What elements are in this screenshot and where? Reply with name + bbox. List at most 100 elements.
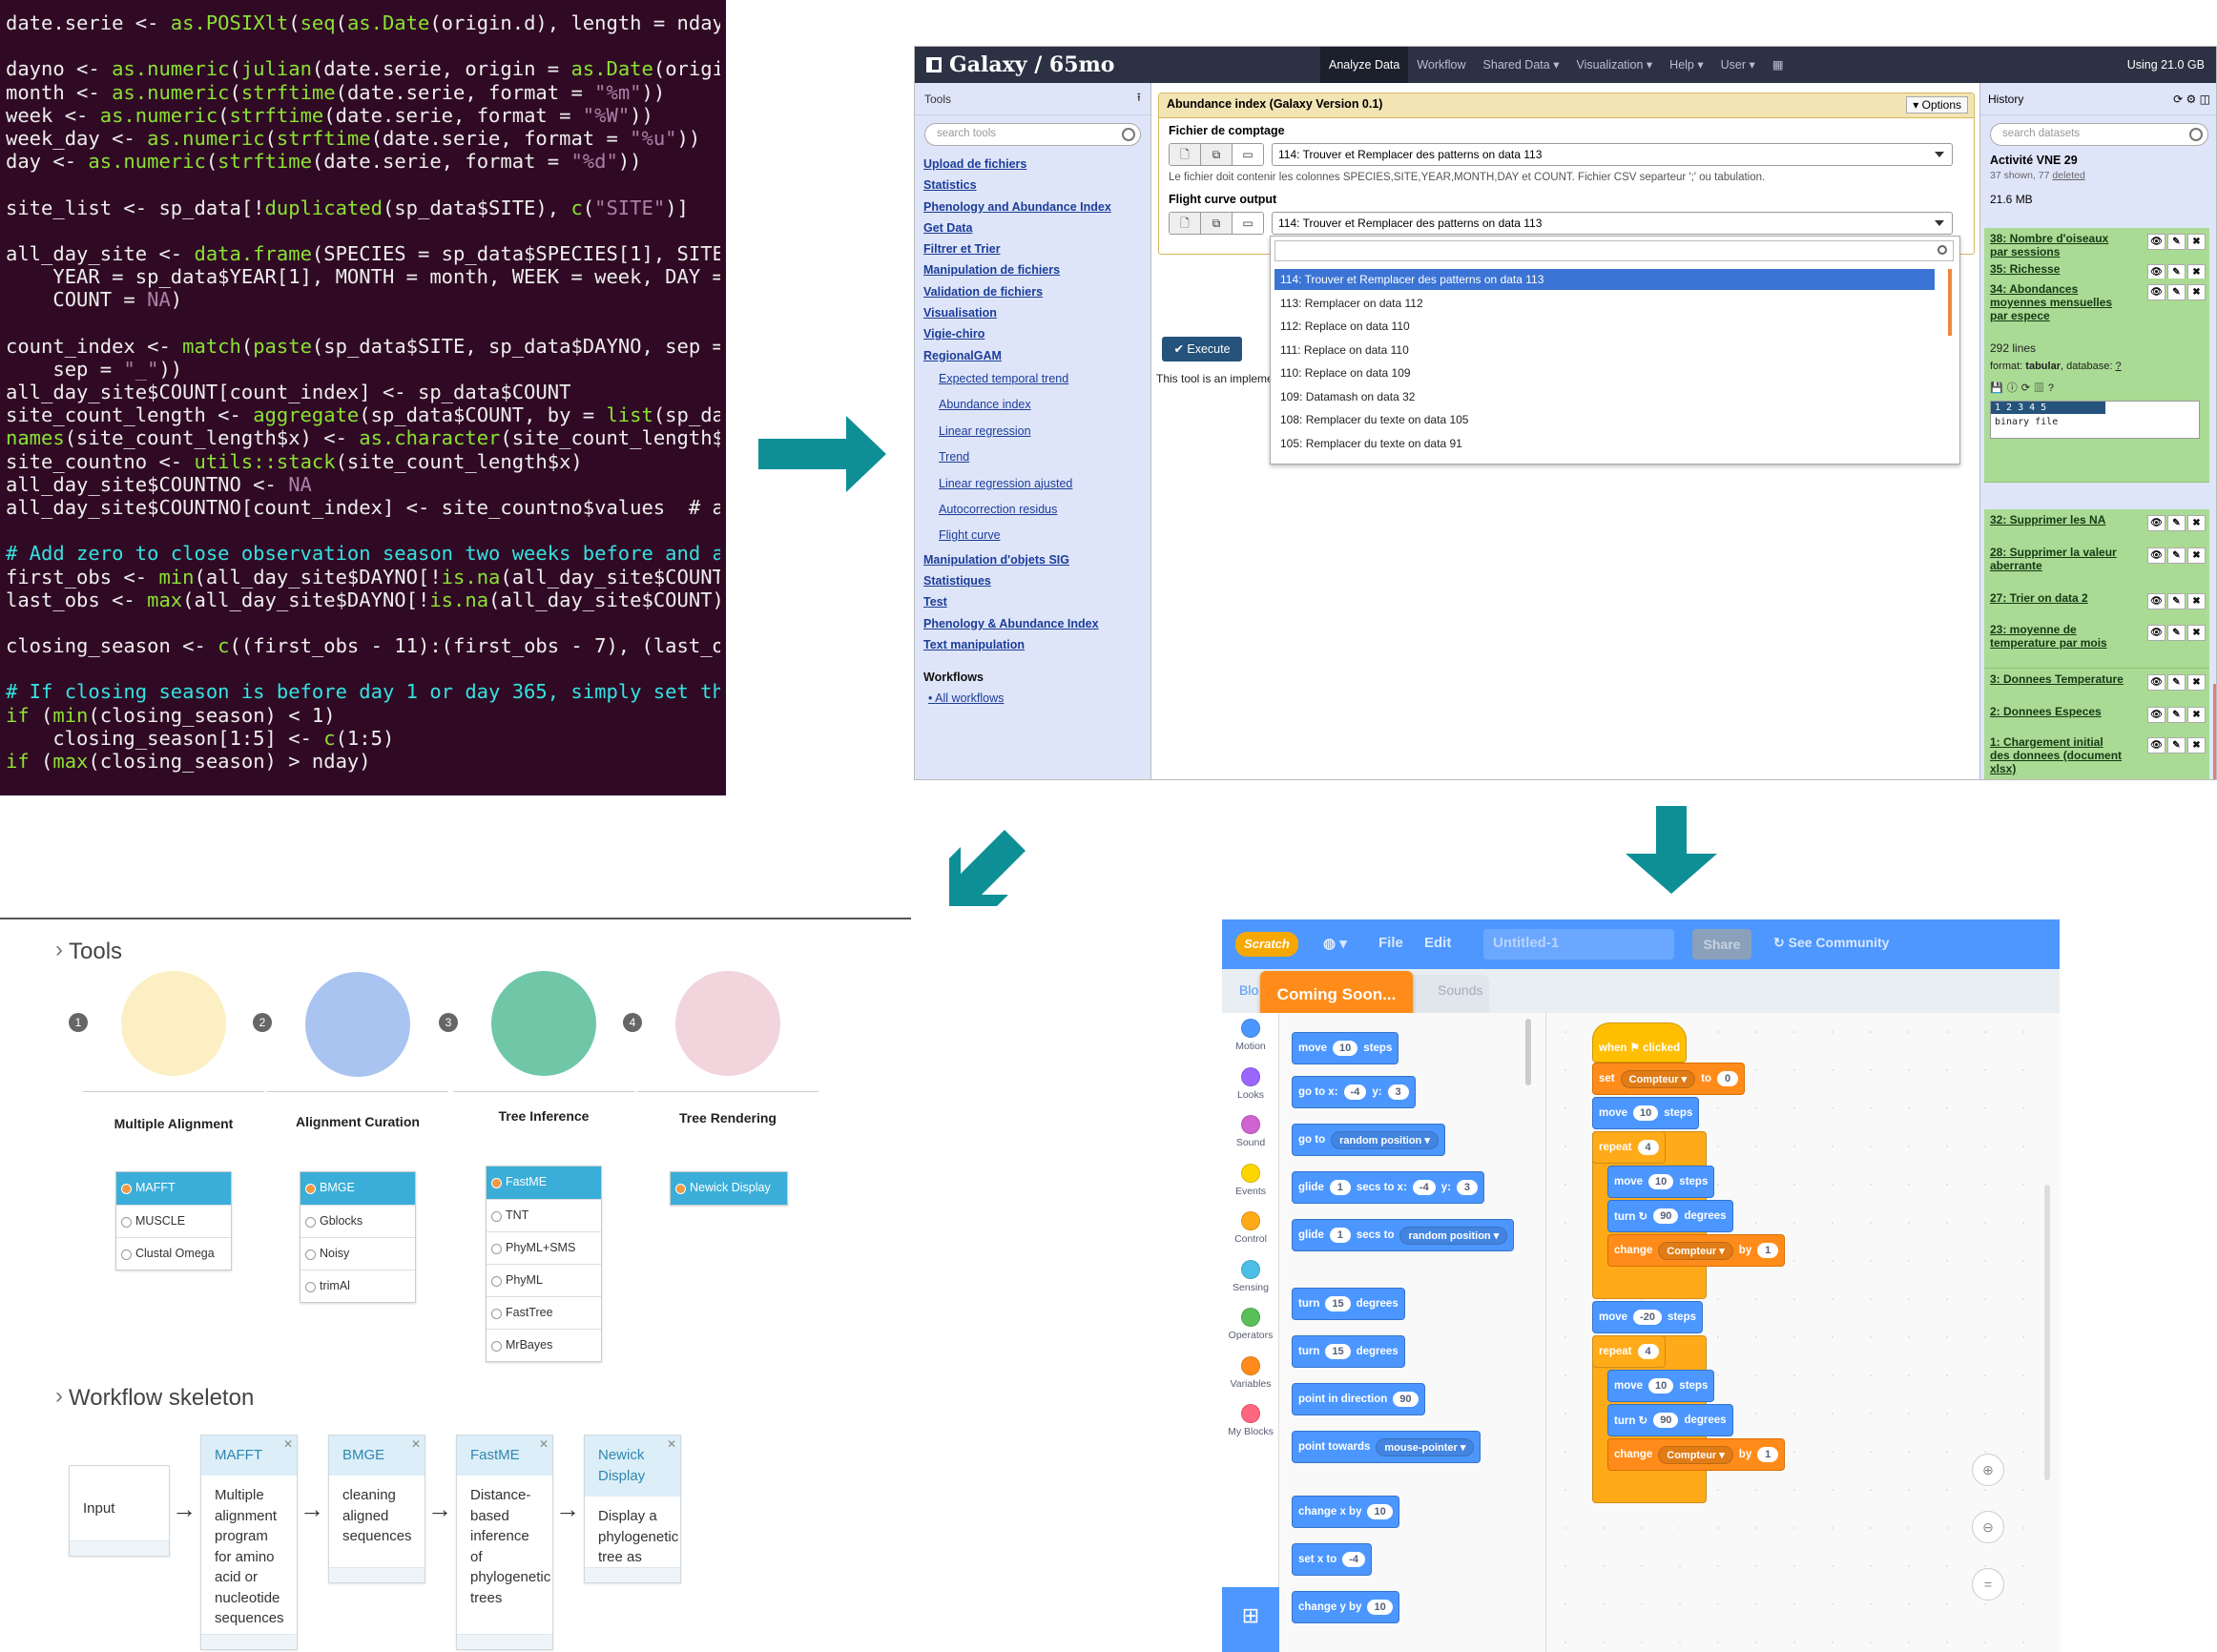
dropdown-option[interactable]: 114: Trouver et Remplacer des patterns o… xyxy=(1274,269,1935,290)
dropdown-option[interactable]: 109: Datamash on data 32 xyxy=(1274,386,1935,407)
delete-icon[interactable]: ✖ xyxy=(2187,625,2206,641)
delete-icon[interactable]: ✖ xyxy=(2187,515,2206,531)
history-item-title[interactable]: 2: Donnees Especes xyxy=(1990,705,2124,718)
code-block[interactable]: turn ↻ 90 degrees xyxy=(1607,1200,1733,1232)
history-item[interactable]: 28: Supprimer la valeur aberrante 👁 ✎ ✖ xyxy=(1984,542,2209,591)
history-item-title[interactable]: 38: Nombre d'oiseaux par sessions xyxy=(1990,232,2124,258)
pencil-icon[interactable]: ✎ xyxy=(2167,593,2186,609)
field2-select[interactable]: 114: Trouver et Remplacer des patterns o… xyxy=(1272,212,1953,235)
category-looks[interactable]: Looks xyxy=(1222,1066,1279,1101)
category-my-blocks[interactable]: My Blocks xyxy=(1222,1404,1279,1437)
edit-menu[interactable]: Edit xyxy=(1424,935,1451,951)
code-block[interactable]: change y by 10 xyxy=(1292,1591,1399,1623)
block-input[interactable]: 15 xyxy=(1325,1296,1351,1311)
delete-icon[interactable]: ✖ xyxy=(2187,234,2206,250)
tool-option[interactable]: MrBayes xyxy=(487,1329,601,1361)
code-block[interactable]: move -20 steps xyxy=(1592,1301,1703,1333)
globe-icon[interactable]: ◍ ▾ xyxy=(1323,935,1347,952)
pencil-icon[interactable]: ✎ xyxy=(2167,707,2186,723)
code-block[interactable]: change x by 10 xyxy=(1292,1496,1399,1528)
delete-icon[interactable]: ✖ xyxy=(2187,674,2206,691)
block-input[interactable]: 0 xyxy=(1717,1071,1739,1086)
block-dropdown[interactable]: random position ▾ xyxy=(1331,1130,1439,1149)
close-icon[interactable]: ✕ xyxy=(283,1437,293,1451)
code-block[interactable]: glide 1 secs to x: -4 y: 3 xyxy=(1292,1171,1484,1204)
share-button[interactable]: Share xyxy=(1692,929,1751,960)
pencil-icon[interactable]: ✎ xyxy=(2167,625,2186,641)
field2-source-buttons[interactable]: 🗋 ⧉ ▭ xyxy=(1169,212,1264,235)
tool-option[interactable]: BMGE xyxy=(300,1172,415,1205)
pencil-icon[interactable]: ✎ xyxy=(2167,234,2186,250)
tools-heading[interactable]: Tools xyxy=(55,937,122,965)
script-workspace[interactable]: when ⚑ clicked set Compteur ▾ to 0 move 10 step… xyxy=(1546,1013,2060,1652)
execute-button[interactable]: ✔ Execute xyxy=(1162,337,1242,361)
code-block[interactable]: glide 1 secs to random position ▾ xyxy=(1292,1219,1515,1251)
history-item-title[interactable]: 35: Richesse xyxy=(1990,262,2124,276)
tool-link[interactable]: Phenology & Abundance Index xyxy=(915,613,1150,634)
tool-option[interactable]: MAFFT xyxy=(116,1172,231,1205)
dropdown-search-input[interactable] xyxy=(1274,240,1954,261)
eye-icon[interactable]: 👁 xyxy=(2147,674,2165,691)
dropdown-option[interactable]: 113: Remplacer on data 112 xyxy=(1274,293,1935,314)
block-input[interactable]: 3 xyxy=(1387,1084,1409,1100)
workspace-scrollbar[interactable] xyxy=(2044,1185,2050,1480)
tool-option[interactable]: PhyML+SMS xyxy=(487,1231,601,1264)
nav-item[interactable]: Help ▾ xyxy=(1661,47,1711,83)
code-block[interactable]: point towards mouse-pointer ▾ xyxy=(1292,1431,1481,1463)
code-block[interactable]: when ⚑ clicked xyxy=(1592,1022,1688,1063)
code-block[interactable]: repeat 4 xyxy=(1592,1131,1666,1164)
code-block[interactable]: change Compteur ▾ by 1 xyxy=(1607,1234,1786,1267)
code-block[interactable]: go to x: -4 y: 3 xyxy=(1292,1076,1416,1108)
category-variables[interactable]: Variables xyxy=(1222,1355,1279,1390)
code-block[interactable]: move 10 steps xyxy=(1292,1032,1399,1064)
eye-icon[interactable]: 👁 xyxy=(2147,625,2165,641)
eye-icon[interactable]: 👁 xyxy=(2147,737,2165,754)
tool-link[interactable]: Manipulation d'objets SIG xyxy=(915,549,1150,570)
code-block[interactable]: change Compteur ▾ by 1 xyxy=(1607,1438,1786,1471)
dropdown-option[interactable]: 105: Remplacer du texte on data 91 xyxy=(1274,433,1935,454)
add-extension-button[interactable]: ⊞ xyxy=(1222,1587,1279,1652)
code-block[interactable]: repeat 4 xyxy=(1592,1335,1666,1368)
history-item-title[interactable]: 28: Supprimer la valeur aberrante xyxy=(1990,546,2124,572)
history-item-title[interactable]: 27: Trier on data 2 xyxy=(1990,591,2124,605)
nav-item[interactable]: Analyze Data xyxy=(1320,47,1409,83)
block-input[interactable]: 1 xyxy=(1329,1228,1351,1243)
block-input[interactable]: -20 xyxy=(1633,1310,1662,1325)
tool-link[interactable]: Manipulation de fichiers xyxy=(915,259,1150,280)
tool-sublink[interactable]: Linear regression xyxy=(915,419,1150,444)
tool-sublink[interactable]: Abundance index xyxy=(915,392,1150,418)
clear-search-icon[interactable] xyxy=(1122,128,1135,141)
scratch-logo[interactable]: Scratch xyxy=(1235,932,1298,957)
tool-link[interactable]: Upload de fichiers xyxy=(915,154,1150,175)
history-search-input[interactable]: search datasets xyxy=(1990,123,2208,146)
category-control[interactable]: Control xyxy=(1222,1211,1279,1245)
history-options-icons[interactable]: ⟳ ⚙ ◫ xyxy=(2173,93,2210,106)
block-input[interactable]: -4 xyxy=(1342,1552,1366,1567)
dataset-actions[interactable]: 💾ⓘ⟳▥? xyxy=(1990,380,2200,395)
tool-option[interactable]: Clustal Omega xyxy=(116,1237,231,1270)
block-input[interactable]: 15 xyxy=(1325,1344,1351,1359)
close-icon[interactable]: ✕ xyxy=(539,1437,549,1451)
nav-item[interactable]: User ▾ xyxy=(1712,47,1764,83)
block-dropdown[interactable]: Compteur ▾ xyxy=(1658,1241,1733,1260)
dropdown-option[interactable]: 112: Replace on data 110 xyxy=(1274,316,1935,337)
workflow-heading[interactable]: Workflow skeleton xyxy=(55,1383,254,1412)
tool-link[interactable]: RegionalGAM xyxy=(915,345,1150,366)
block-input[interactable]: 1 xyxy=(1757,1243,1779,1258)
delete-icon[interactable]: ✖ xyxy=(2187,284,2206,300)
dropdown-scrollbar[interactable] xyxy=(1948,269,1952,336)
nav-item[interactable]: Shared Data ▾ xyxy=(1475,47,1568,83)
code-block[interactable]: turn 15 degrees xyxy=(1292,1288,1405,1320)
code-block[interactable]: set Compteur ▾ to 0 xyxy=(1592,1063,1746,1095)
zoom-in-icon[interactable]: ⊕ xyxy=(1972,1454,2004,1486)
block-input[interactable]: 90 xyxy=(1393,1392,1419,1407)
tool-option[interactable]: PhyML xyxy=(487,1264,601,1296)
tab-sounds[interactable]: Sounds xyxy=(1438,982,1482,998)
tool-link[interactable]: Get Data xyxy=(915,217,1150,238)
block-input[interactable]: 4 xyxy=(1637,1140,1659,1155)
upload-icon[interactable]: ⭱ xyxy=(1137,89,1141,109)
project-title-input[interactable]: Untitled-1 xyxy=(1483,929,1674,960)
tool-link[interactable]: Statistiques xyxy=(915,570,1150,591)
history-item[interactable]: 23: moyenne de temperature par mois 👁 ✎ ✖ xyxy=(1984,619,2209,669)
pencil-icon[interactable]: ✎ xyxy=(2167,547,2186,564)
